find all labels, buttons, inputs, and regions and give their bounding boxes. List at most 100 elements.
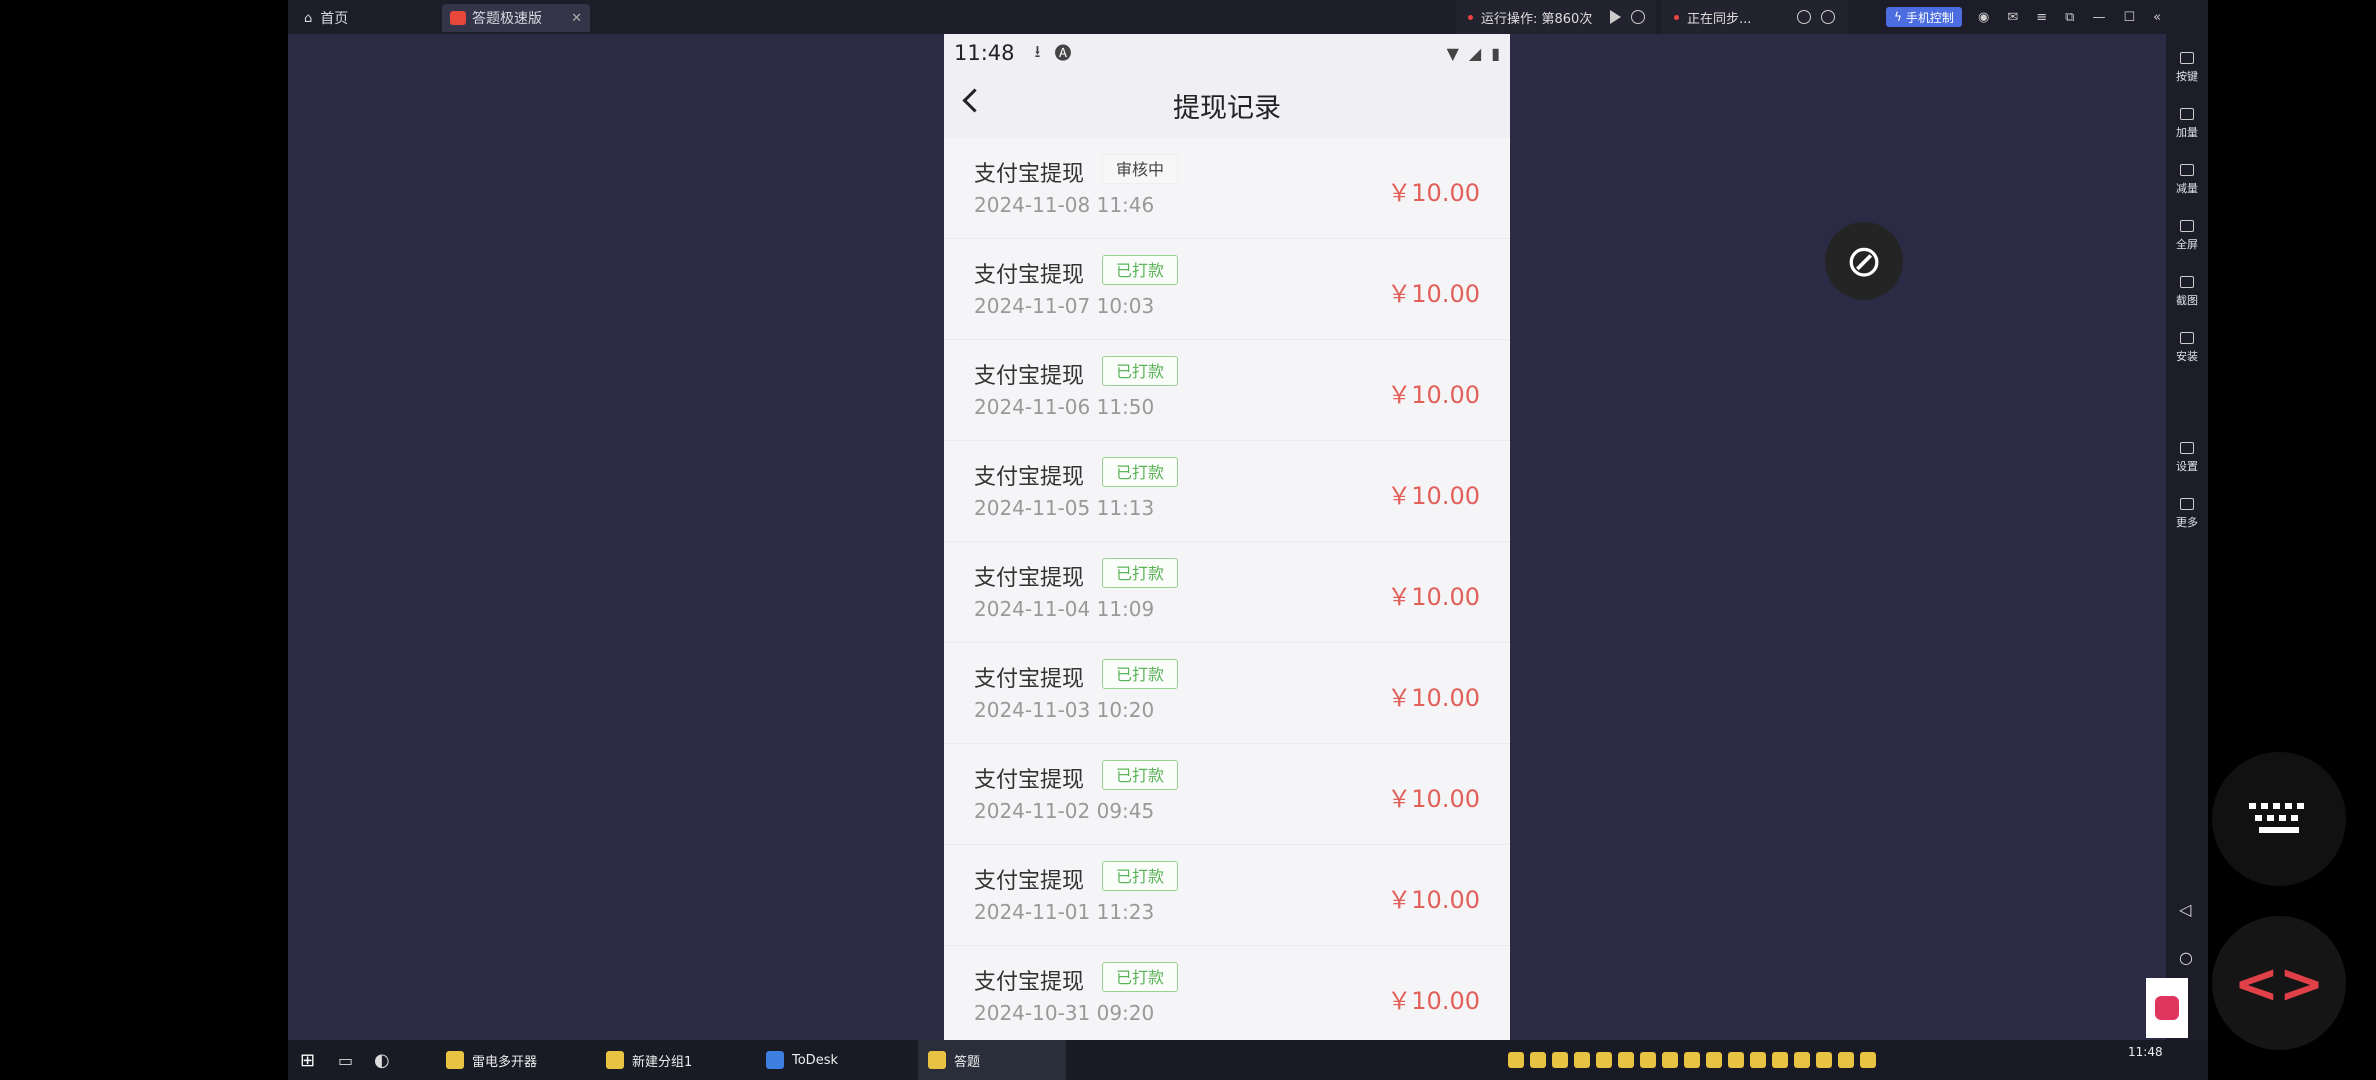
phone-control-label: 手机控制 [1905, 10, 1954, 25]
emulator-top-bar: ⌂ 首页 答题极速版 ✕ 运行操作: 第860次 正在同步... ϟ 手机控制 … [288, 0, 2208, 34]
tray-app-icon[interactable] [1684, 1052, 1700, 1068]
withdrawal-date: 2024-11-02 09:45 [974, 799, 1155, 823]
withdrawal-row[interactable]: 支付宝提现 已打款 2024-11-01 11:23 ￥10.00 [944, 845, 1510, 946]
app-icon [928, 1051, 946, 1069]
tray-app-icon[interactable] [1706, 1052, 1722, 1068]
pause-icon[interactable] [1797, 10, 1812, 24]
font-a-icon: 🅐 [1054, 43, 1072, 64]
withdrawal-row[interactable]: 支付宝提现 已打款 2024-11-06 11:50 ￥10.00 [944, 340, 1510, 441]
close-icon[interactable]: ✕ [571, 11, 582, 26]
tray-app-icon[interactable] [1552, 1052, 1568, 1068]
task-view-icon[interactable]: ▭ [338, 1040, 353, 1080]
tray-app-icon[interactable] [1816, 1052, 1832, 1068]
toolbar-label: 设置 [2176, 460, 2198, 473]
browser-icon[interactable]: ◐ [374, 1040, 390, 1080]
tray-app-icon[interactable] [1750, 1052, 1766, 1068]
toolbar-more[interactable]: 更多 [2166, 498, 2208, 530]
page-title: 提现记录 [1173, 92, 1281, 124]
toolbar-volume-up[interactable]: 加量 [2166, 108, 2208, 140]
install-icon [2180, 332, 2194, 344]
play-icon[interactable] [1610, 10, 1622, 24]
status-badge: 审核中 [1102, 154, 1179, 184]
taskbar-app-active[interactable]: 答题 [918, 1040, 1066, 1080]
tab-app[interactable]: 答题极速版 ✕ [442, 4, 590, 32]
taskbar-app[interactable]: 雷电多开器 [446, 1040, 537, 1080]
tag-icon: ⊘ [1845, 235, 1883, 287]
withdrawal-date: 2024-11-05 11:13 [974, 496, 1155, 520]
status-time: 11:48 [954, 41, 1015, 65]
withdrawal-row[interactable]: 支付宝提现 已打款 2024-11-02 09:45 ￥10.00 [944, 744, 1510, 845]
floating-keyboard-button[interactable] [2212, 752, 2346, 886]
tray-app-icon[interactable] [1574, 1052, 1590, 1068]
windows-start-icon[interactable]: ⊞ [300, 1040, 315, 1080]
app-icon [606, 1051, 624, 1069]
tab-home-label: 首页 [320, 11, 349, 27]
toolbar-label: 更多 [2176, 516, 2198, 529]
toolbar-volume-down[interactable]: 减量 [2166, 164, 2208, 196]
withdrawal-date: 2024-11-07 10:03 [974, 294, 1155, 318]
tray-app-icon[interactable] [1728, 1052, 1744, 1068]
tray-app-icon[interactable] [1618, 1052, 1634, 1068]
status-badge: 已打款 [1102, 659, 1179, 689]
tab-home[interactable]: ⌂ 首页 [304, 4, 348, 32]
run-status-text: 运行操作: 第860次 [1481, 11, 1593, 27]
android-home-icon[interactable]: ○ [2179, 948, 2193, 967]
tray-app-icon[interactable] [1596, 1052, 1612, 1068]
stop-icon[interactable] [1631, 10, 1646, 24]
mail-icon[interactable]: ✉ [2007, 10, 2018, 25]
withdrawal-date: 2024-11-03 10:20 [974, 698, 1155, 722]
wifi-icon: ▼ [1446, 43, 1459, 63]
taskbar-app[interactable]: 新建分组1 [606, 1040, 692, 1080]
floating-clipboard-button[interactable]: ⊘ [1825, 222, 1903, 300]
tray-app-icon[interactable] [1860, 1052, 1876, 1068]
tray-app-icon[interactable] [1838, 1052, 1854, 1068]
tray-app-icon[interactable] [1530, 1052, 1546, 1068]
withdrawal-date: 2024-11-01 11:23 [974, 900, 1155, 924]
todesk-icon [766, 1051, 784, 1069]
collapse-icon[interactable]: « [2153, 10, 2161, 25]
tray-app-icon[interactable] [1662, 1052, 1678, 1068]
stop-icon[interactable] [1821, 10, 1836, 24]
sync-dot-icon [1674, 14, 1679, 20]
taskbar-clock: 11:48 [2128, 1045, 2163, 1059]
toolbar-install[interactable]: 安装 [2166, 332, 2208, 364]
toolbar-fullscreen[interactable]: 全屏 [2166, 220, 2208, 252]
toolbar-label: 截图 [2176, 294, 2198, 307]
withdrawal-amount: ￥10.00 [1387, 482, 1480, 510]
volume-down-icon [2180, 164, 2194, 176]
tray-app-icon[interactable] [1640, 1052, 1656, 1068]
phone-control-button[interactable]: ϟ 手机控制 [1886, 7, 1962, 27]
floating-code-button[interactable]: <> [2212, 916, 2346, 1050]
toolbar-keys[interactable]: 按键 [2166, 52, 2208, 84]
withdrawal-row[interactable]: 支付宝提现 已打款 2024-11-03 10:20 ￥10.00 [944, 643, 1510, 744]
account-icon[interactable]: ◉ [1978, 10, 1989, 25]
app-icon [446, 1051, 464, 1069]
tray-app-icon[interactable] [1794, 1052, 1810, 1068]
withdrawal-title: 支付宝提现 [974, 768, 1085, 793]
restore-icon[interactable]: ⧉ [2065, 10, 2074, 25]
signal-icon: ◢ [1468, 43, 1482, 63]
toolbar-screenshot[interactable]: 截图 [2166, 276, 2208, 308]
maximize-icon[interactable]: ☐ [2123, 10, 2135, 25]
scissors-icon [2180, 276, 2194, 288]
tray-app-icon[interactable] [1772, 1052, 1788, 1068]
taskbar-app[interactable]: ToDesk [766, 1040, 838, 1080]
withdrawal-row[interactable]: 支付宝提现 审核中 2024-11-08 11:46 ￥10.00 [944, 138, 1510, 239]
withdrawal-amount: ￥10.00 [1387, 886, 1480, 914]
android-back-icon[interactable]: ◁ [2179, 900, 2191, 919]
withdrawal-row[interactable]: 支付宝提现 已打款 2024-11-05 11:13 ￥10.00 [944, 441, 1510, 542]
withdrawal-amount: ￥10.00 [1387, 583, 1480, 611]
withdrawal-date: 2024-11-06 11:50 [974, 395, 1155, 419]
floating-app-shortcut[interactable] [2146, 978, 2188, 1038]
withdrawal-row[interactable]: 支付宝提现 已打款 2024-11-04 11:09 ￥10.00 [944, 542, 1510, 643]
tray-app-icon[interactable] [1508, 1052, 1524, 1068]
back-icon[interactable] [962, 88, 987, 113]
home-icon: ⌂ [304, 10, 313, 26]
withdrawal-amount: ￥10.00 [1387, 280, 1480, 308]
menu-icon[interactable]: ≡ [2036, 10, 2047, 25]
toolbar-settings[interactable]: 设置 [2166, 442, 2208, 474]
withdrawal-row[interactable]: 支付宝提现 已打款 2024-11-07 10:03 ￥10.00 [944, 239, 1510, 340]
minimize-icon[interactable]: — [2092, 10, 2105, 25]
withdrawal-row[interactable]: 支付宝提现 已打款 2024-10-31 09:20 ￥10.00 [944, 946, 1510, 1040]
settings-icon [2180, 442, 2194, 454]
